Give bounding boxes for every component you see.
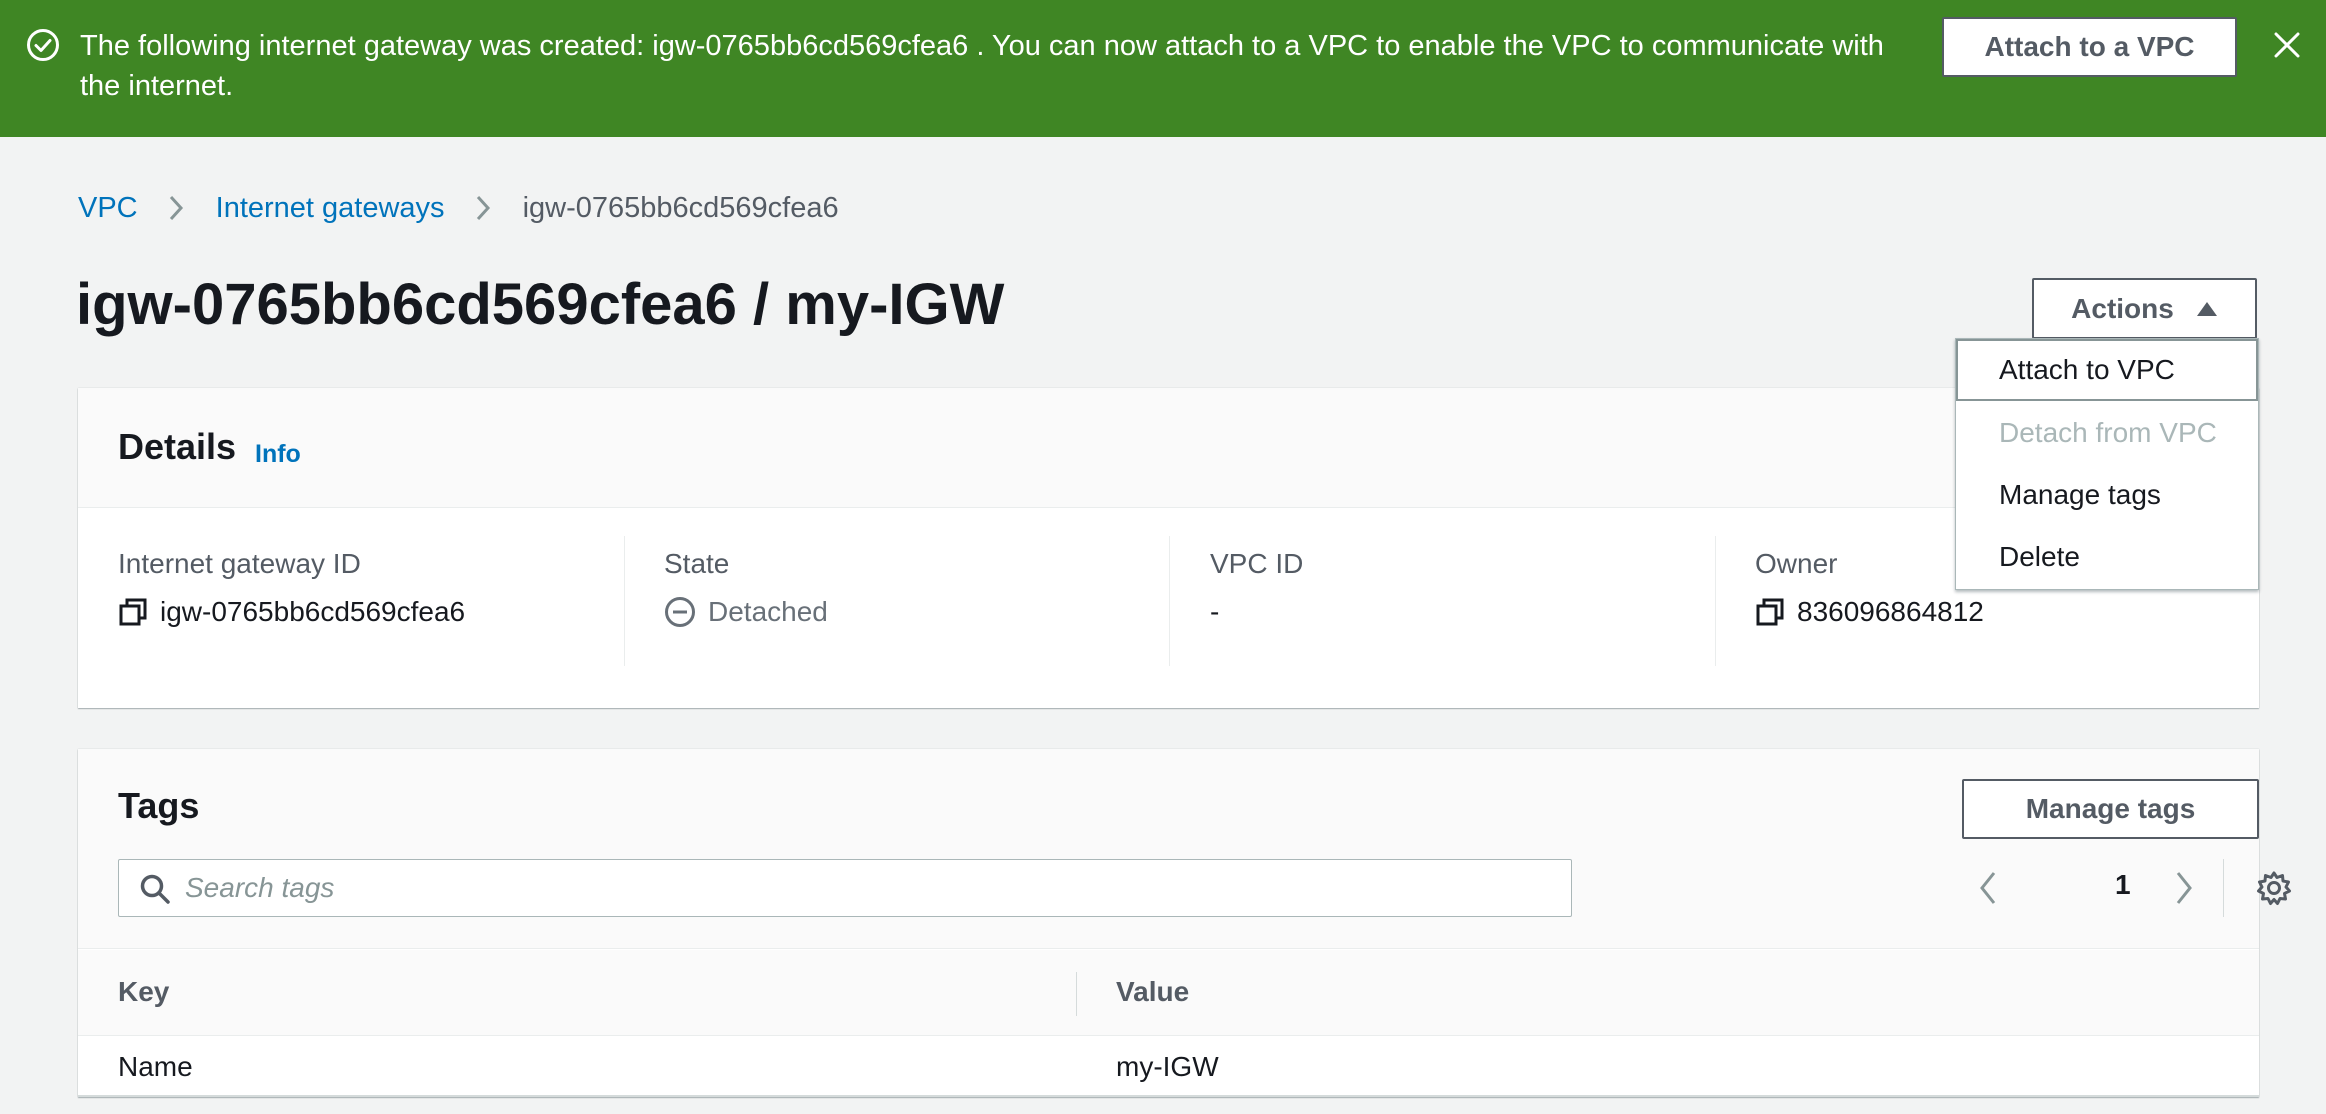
menu-item-detach-from-vpc: Detach from VPC (1999, 417, 2217, 448)
pager-divider (2223, 859, 2224, 917)
column-divider (624, 536, 625, 666)
search-tags-input[interactable] (185, 860, 1545, 916)
field-value-row: Detached (664, 596, 828, 628)
field-value: Detached (708, 596, 828, 627)
details-title: Details (118, 426, 237, 467)
flash-message: The following internet gateway was creat… (80, 30, 1884, 102)
field-label: Internet gateway ID (118, 548, 361, 579)
minus-circle-icon (665, 597, 695, 627)
cell-key: Name (118, 1051, 193, 1082)
breadcrumb-internet-gateways-link[interactable]: Internet gateways (216, 192, 445, 225)
actions-dropdown-button[interactable]: Actions (2032, 278, 2257, 339)
search-tags-box (118, 859, 1572, 917)
chevron-right-icon[interactable] (2172, 869, 2196, 907)
table-row: Name my-IGW (78, 1037, 2259, 1097)
column-divider (1715, 536, 1716, 666)
gear-icon[interactable] (2255, 869, 2293, 907)
breadcrumb-vpc-link[interactable]: VPC (78, 192, 138, 225)
field-value-row: - (1210, 596, 1219, 628)
field-value: - (1210, 596, 1220, 627)
tags-panel: Tags Manage tags 1 Key Value (78, 749, 2291, 1097)
actions-label: Actions (2071, 292, 2174, 324)
tags-header: Tags Manage tags 1 (78, 749, 2291, 949)
column-header-value[interactable]: Value (1116, 976, 1189, 1008)
details-header: Details Info (78, 388, 2259, 508)
copy-icon[interactable] (1755, 597, 1785, 627)
field-value-row: 836096864812 (1755, 596, 1984, 628)
chevron-right-icon (476, 195, 490, 221)
success-flash-banner: The following internet gateway was creat… (0, 0, 2326, 137)
cell-value: my-IGW (1116, 1051, 1219, 1082)
manage-tags-button[interactable]: Manage tags (1962, 779, 2259, 839)
column-header-key[interactable]: Key (118, 976, 169, 1008)
breadcrumb-current: igw-0765bb6cd569cfea6 (522, 191, 839, 224)
menu-item-manage-tags[interactable]: Manage tags (1956, 464, 2258, 526)
page-title: igw-0765bb6cd569cfea6 / my-IGW (76, 272, 1005, 337)
caret-up-icon (2196, 301, 2217, 316)
table-bottom-border (78, 1095, 2259, 1097)
check-circle-icon (27, 29, 59, 61)
field-value: 836096864812 (1797, 596, 1984, 627)
menu-item-delete[interactable]: Delete (1956, 526, 2258, 588)
column-divider (1169, 536, 1170, 666)
close-icon[interactable] (2270, 28, 2304, 62)
field-value: igw-0765bb6cd569cfea6 (160, 596, 466, 627)
info-link[interactable]: Info (255, 440, 301, 469)
column-divider (1076, 972, 1077, 1016)
copy-icon[interactable] (118, 597, 148, 627)
field-value-row: igw-0765bb6cd569cfea6 (118, 596, 465, 628)
current-page-number[interactable]: 1 (2115, 869, 2131, 901)
tags-title: Tags (118, 785, 200, 826)
attach-to-vpc-flash-button[interactable]: Attach to a VPC (1942, 17, 2237, 77)
chevron-left-icon[interactable] (1976, 869, 2000, 907)
menu-item-attach-to-vpc[interactable]: Attach to VPC (1956, 339, 2258, 401)
chevron-right-icon (169, 195, 183, 221)
actions-menu: Attach to VPC Detach from VPC Manage tag… (1955, 338, 2259, 590)
field-label: Owner (1755, 548, 1838, 579)
field-label: State (664, 548, 730, 579)
breadcrumb: VPC Internet gateways igw-0765bb6cd569cf… (78, 186, 839, 230)
search-icon (140, 874, 170, 904)
tags-table-header: Key Value (78, 950, 2259, 1036)
details-panel: Details Info Internet gateway ID igw-076… (78, 388, 2259, 708)
field-label: VPC ID (1210, 548, 1304, 579)
